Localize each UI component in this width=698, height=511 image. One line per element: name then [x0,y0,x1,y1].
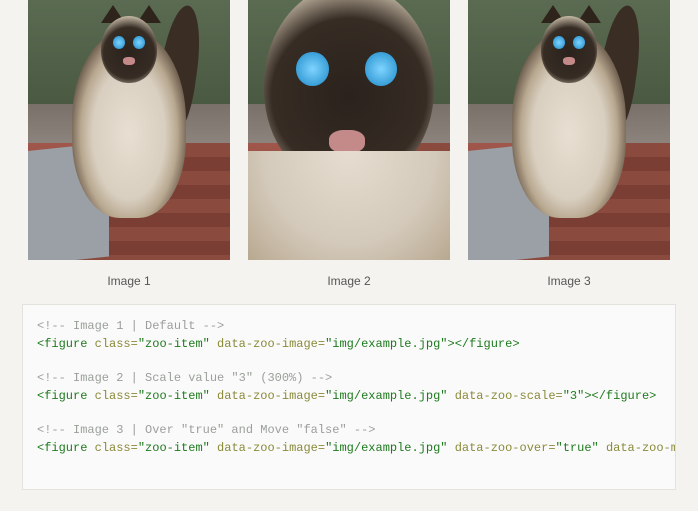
image-1[interactable] [28,0,230,260]
image-3[interactable] [468,0,670,260]
gallery-item: Image 1 [28,0,230,288]
code-comment: <!-- Image 1 | Default --> [37,317,661,335]
image-caption: Image 1 [107,274,150,288]
code-block[interactable]: <!-- Image 1 | Default --> <figure class… [22,304,676,490]
image-2[interactable] [248,0,450,260]
code-line: <figure class="zoo-item" data-zoo-image=… [37,335,661,353]
code-comment: <!-- Image 2 | Scale value "3" (300%) --… [37,369,661,387]
image-caption: Image 2 [327,274,370,288]
gallery-item: Image 3 [468,0,670,288]
image-gallery: Image 1 Image 2 Image 3 [0,0,698,288]
code-line: <figure class="zoo-item" data-zoo-image=… [37,439,661,457]
gallery-item: Image 2 [248,0,450,288]
image-caption: Image 3 [547,274,590,288]
code-line: <figure class="zoo-item" data-zoo-image=… [37,387,661,405]
code-comment: <!-- Image 3 | Over "true" and Move "fal… [37,421,661,439]
